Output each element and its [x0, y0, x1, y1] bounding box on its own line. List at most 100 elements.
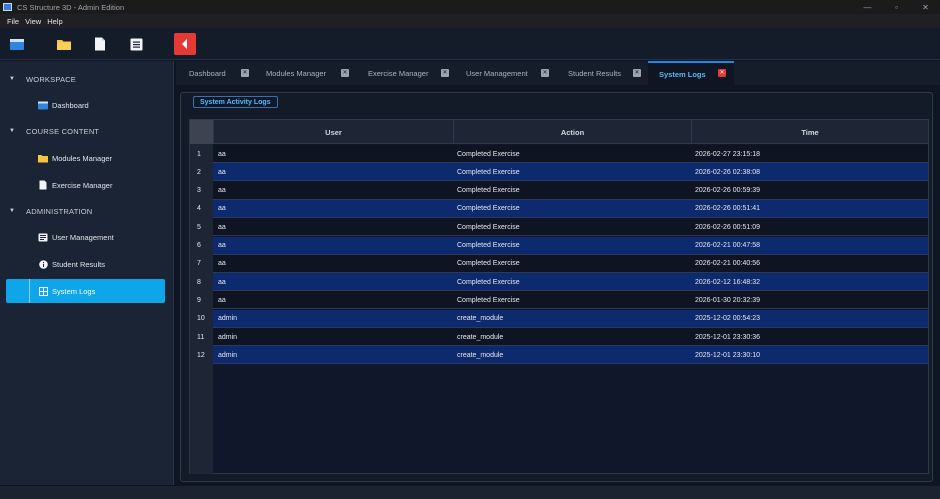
cell-action[interactable]: Completed Exercise [457, 237, 520, 255]
column-header-action[interactable]: Action [453, 120, 691, 144]
open-folder-button[interactable] [53, 33, 75, 55]
cell-time[interactable]: 2025-12-01 23:30:10 [695, 346, 760, 364]
cell-time[interactable]: 2025-12-02 00:54:23 [695, 310, 760, 328]
list-button[interactable] [125, 33, 147, 55]
cell-action[interactable]: create_module [457, 346, 503, 364]
tab-modules-manager[interactable]: Modules Manager ✕ [256, 61, 358, 85]
row-number[interactable]: 10 [190, 309, 213, 328]
close-tab-icon[interactable]: ✕ [241, 69, 249, 77]
menu-help[interactable]: Help [47, 17, 62, 26]
table-row[interactable]: 3 aa Completed Exercise 2026-02-26 00:59:39 [190, 181, 928, 200]
cell-time[interactable]: 2026-02-21 00:40:56 [695, 255, 760, 273]
cell-time[interactable]: 2026-02-26 00:51:41 [695, 200, 760, 218]
sidebar-item-user-management[interactable]: User Management [6, 225, 165, 249]
cell-time[interactable]: 2025-12-01 23:30:36 [695, 328, 760, 346]
cell-user[interactable]: admin [218, 310, 237, 328]
new-file-button[interactable] [89, 33, 111, 55]
tab-label: Exercise Manager [368, 68, 429, 78]
row-number[interactable]: 9 [190, 291, 213, 310]
close-tab-icon[interactable]: ✕ [718, 69, 726, 77]
table-row[interactable]: 6 aa Completed Exercise 2026-02-21 00:47:58 [190, 236, 928, 255]
row-number[interactable]: 2 [190, 163, 213, 182]
cell-time[interactable]: 2026-02-26 00:59:39 [695, 182, 760, 200]
table-row[interactable]: 4 aa Completed Exercise 2026-02-26 00:51:41 [190, 199, 928, 218]
table-row[interactable]: 1 aa Completed Exercise 2026-02-27 23:15:18 [190, 145, 928, 163]
close-tab-icon[interactable]: ✕ [633, 69, 641, 77]
close-tab-icon[interactable]: ✕ [441, 69, 449, 77]
column-header-time[interactable]: Time [691, 120, 928, 144]
cell-user[interactable]: aa [218, 291, 226, 309]
sidebar-item-exercise-manager[interactable]: Exercise Manager [6, 173, 165, 197]
cell-user[interactable]: admin [218, 346, 237, 364]
row-number[interactable]: 8 [190, 273, 213, 292]
cell-action[interactable]: Completed Exercise [457, 255, 520, 273]
row-number[interactable]: 5 [190, 218, 213, 237]
close-tab-icon[interactable]: ✕ [341, 69, 349, 77]
cell-user[interactable]: aa [218, 237, 226, 255]
row-number[interactable]: 7 [190, 254, 213, 273]
sidebar-item-modules-manager[interactable]: Modules Manager [6, 146, 165, 170]
cell-action[interactable]: create_module [457, 328, 503, 346]
sidebar-item-dashboard[interactable]: Dashboard [6, 93, 165, 117]
tab-student-results[interactable]: Student Results ✕ [558, 61, 650, 85]
menu-bar: File View Help [0, 14, 940, 28]
row-number[interactable]: 4 [190, 199, 213, 218]
cell-user[interactable]: aa [218, 182, 226, 200]
cell-action[interactable]: Completed Exercise [457, 273, 520, 291]
menu-view[interactable]: View [25, 17, 41, 26]
maximize-button[interactable]: ▫ [882, 0, 911, 14]
row-number[interactable]: 1 [190, 145, 213, 163]
monitor-button[interactable] [6, 33, 28, 55]
tab-exercise-manager[interactable]: Exercise Manager ✕ [358, 61, 458, 85]
cell-user[interactable]: admin [218, 328, 237, 346]
cell-user[interactable]: aa [218, 273, 226, 291]
tab-dashboard[interactable]: Dashboard ✕ [176, 61, 256, 85]
cell-user[interactable]: aa [218, 163, 226, 181]
cell-time[interactable]: 2026-02-26 00:51:09 [695, 218, 760, 236]
close-tab-icon[interactable]: ✕ [541, 69, 549, 77]
cell-action[interactable]: Completed Exercise [457, 200, 520, 218]
cell-action[interactable]: create_module [457, 310, 503, 328]
cell-action[interactable]: Completed Exercise [457, 145, 520, 163]
cell-time[interactable]: 2026-02-21 00:47:58 [695, 237, 760, 255]
cell-action[interactable]: Completed Exercise [457, 218, 520, 236]
sidebar-section-course-content[interactable]: ▼ COURSE CONTENT [0, 123, 174, 139]
sidebar-item-system-logs[interactable]: System Logs [6, 279, 165, 303]
table-row[interactable]: 7 aa Completed Exercise 2026-02-21 00:40:56 [190, 254, 928, 273]
table-row[interactable]: 9 aa Completed Exercise 2026-01-30 20:32:39 [190, 291, 928, 310]
minimize-button[interactable]: — [853, 0, 882, 14]
cell-time[interactable]: 2026-02-26 02:38:08 [695, 163, 760, 181]
tab-user-management[interactable]: User Management ✕ [458, 61, 558, 85]
close-window-button[interactable]: ✕ [911, 0, 940, 14]
row-number[interactable]: 3 [190, 181, 213, 200]
sidebar-section-administration[interactable]: ▼ ADMINISTRATION [0, 203, 174, 219]
table-row[interactable]: 8 aa Completed Exercise 2026-02-12 16:48:32 [190, 273, 928, 292]
table-row[interactable]: 5 aa Completed Exercise 2026-02-26 00:51:09 [190, 218, 928, 237]
sidebar-section-workspace[interactable]: ▼ WORKSPACE [0, 71, 174, 87]
back-button[interactable] [174, 33, 196, 55]
select-all-corner[interactable] [190, 120, 213, 144]
cell-time[interactable]: 2026-01-30 20:32:39 [695, 291, 760, 309]
cell-user[interactable]: aa [218, 218, 226, 236]
row-number[interactable]: 12 [190, 346, 213, 365]
panel-title: System Activity Logs [193, 96, 278, 108]
table-row[interactable]: 12 admin create_module 2025-12-01 23:30:10 [190, 346, 928, 365]
cell-action[interactable]: Completed Exercise [457, 291, 520, 309]
row-number[interactable]: 6 [190, 236, 213, 255]
cell-action[interactable]: Completed Exercise [457, 163, 520, 181]
cell-user[interactable]: aa [218, 145, 226, 163]
cell-time[interactable]: 2026-02-27 23:15:18 [695, 145, 760, 163]
cell-time[interactable]: 2026-02-12 16:48:32 [695, 273, 760, 291]
sidebar-item-student-results[interactable]: Student Results [6, 252, 165, 276]
cell-user[interactable]: aa [218, 200, 226, 218]
table-row[interactable]: 11 admin create_module 2025-12-01 23:30:36 [190, 328, 928, 346]
cell-user[interactable]: aa [218, 255, 226, 273]
row-number[interactable]: 11 [190, 328, 213, 346]
column-header-user[interactable]: User [213, 120, 453, 144]
menu-file[interactable]: File [7, 17, 19, 26]
tab-system-logs[interactable]: System Logs ✕ [648, 61, 734, 85]
cell-action[interactable]: Completed Exercise [457, 182, 520, 200]
logs-table[interactable]: User Action Time 1 aa Completed Exercise 20… [189, 119, 929, 474]
table-row[interactable]: 2 aa Completed Exercise 2026-02-26 02:38:08 [190, 163, 928, 182]
table-row[interactable]: 10 admin create_module 2025-12-02 00:54:23 [190, 309, 928, 328]
